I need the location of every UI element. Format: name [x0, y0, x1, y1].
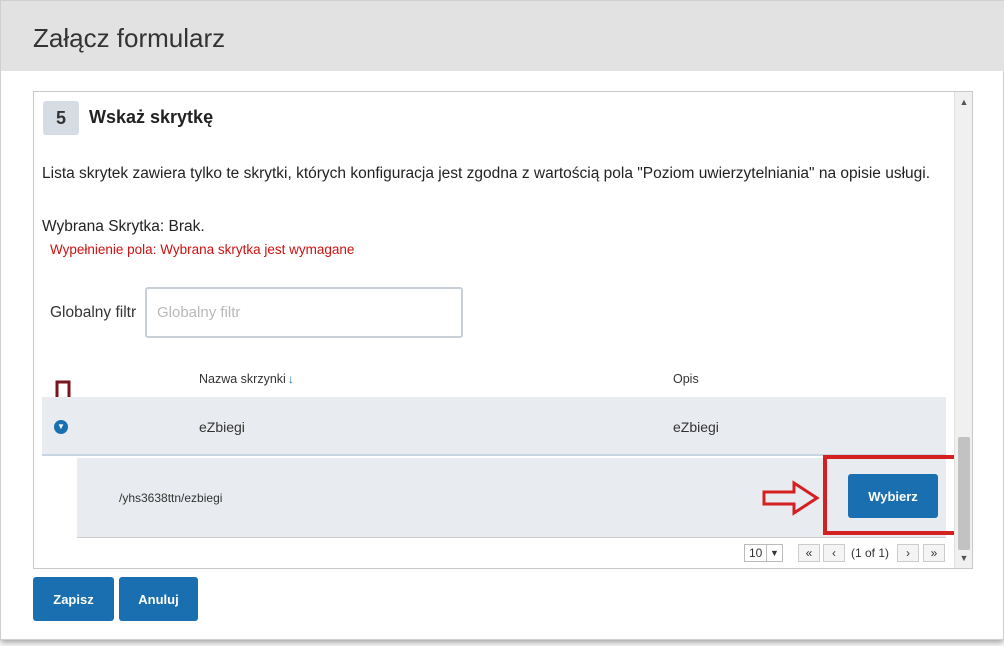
step-title: Wskaż skrytkę [89, 107, 214, 127]
chevron-down-circle-icon[interactable]: ▼ [54, 420, 68, 434]
step-number-badge: 5 [43, 101, 79, 135]
scrollbar-thumb[interactable] [958, 437, 970, 550]
table-row[interactable]: ▼ eZbiegi eZbiegi [42, 397, 946, 456]
next-page-button[interactable]: › [897, 544, 919, 562]
step-description: Lista skrytek zawiera tylko te skrytki, … [42, 165, 931, 182]
dialog-title: Załącz formularz [33, 23, 226, 53]
step-panel: 5 Wskaż skrytkę Lista skrytek zawiera ty… [33, 91, 973, 569]
sort-down-icon: ↓ [287, 372, 294, 386]
page-size-value: 10 [749, 546, 763, 560]
attach-form-dialog: Załącz formularz 5 Wskaż skrytkę Lista s… [0, 0, 1004, 640]
first-page-button[interactable]: « [798, 544, 820, 562]
last-page-button[interactable]: » [923, 544, 945, 562]
page-size-select[interactable]: 10 ▼ [744, 544, 783, 562]
global-filter-label: Globalny filtr [50, 304, 137, 321]
global-filter-input[interactable] [145, 287, 463, 338]
column-header-mailbox-name[interactable]: Nazwa skrzynki ↓ [199, 372, 294, 386]
dialog-header: Załącz formularz [1, 1, 1004, 71]
validation-error: Wypełnienie pola: Wybrana skrytka jest w… [50, 242, 355, 257]
mailbox-description-cell: eZbiegi [673, 419, 719, 435]
row-detail: /yhs3638ttn/ezbiegi Wybierz [77, 455, 962, 538]
select-mailbox-button[interactable]: Wybierz [848, 474, 938, 518]
column-header-description: Opis [673, 372, 699, 386]
mailbox-path: /yhs3638ttn/ezbiegi [119, 491, 223, 505]
arrow-right-annotation [762, 480, 820, 516]
page-info: (1 of 1) [851, 546, 890, 560]
scroll-up-icon[interactable]: ▲ [955, 94, 972, 110]
vertical-scrollbar[interactable]: ▲ ▼ [954, 92, 972, 568]
chevron-down-icon: ▼ [766, 545, 782, 561]
scroll-down-icon[interactable]: ▼ [955, 550, 972, 566]
column-header-label: Nazwa skrzynki [199, 372, 286, 386]
selected-mailbox-text: Wybrana Skrytka: Brak. [42, 218, 205, 235]
prev-page-button[interactable]: ‹ [823, 544, 845, 562]
mailbox-name-cell: eZbiegi [199, 419, 245, 435]
cancel-button[interactable]: Anuluj [119, 577, 198, 621]
save-button[interactable]: Zapisz [33, 577, 114, 621]
